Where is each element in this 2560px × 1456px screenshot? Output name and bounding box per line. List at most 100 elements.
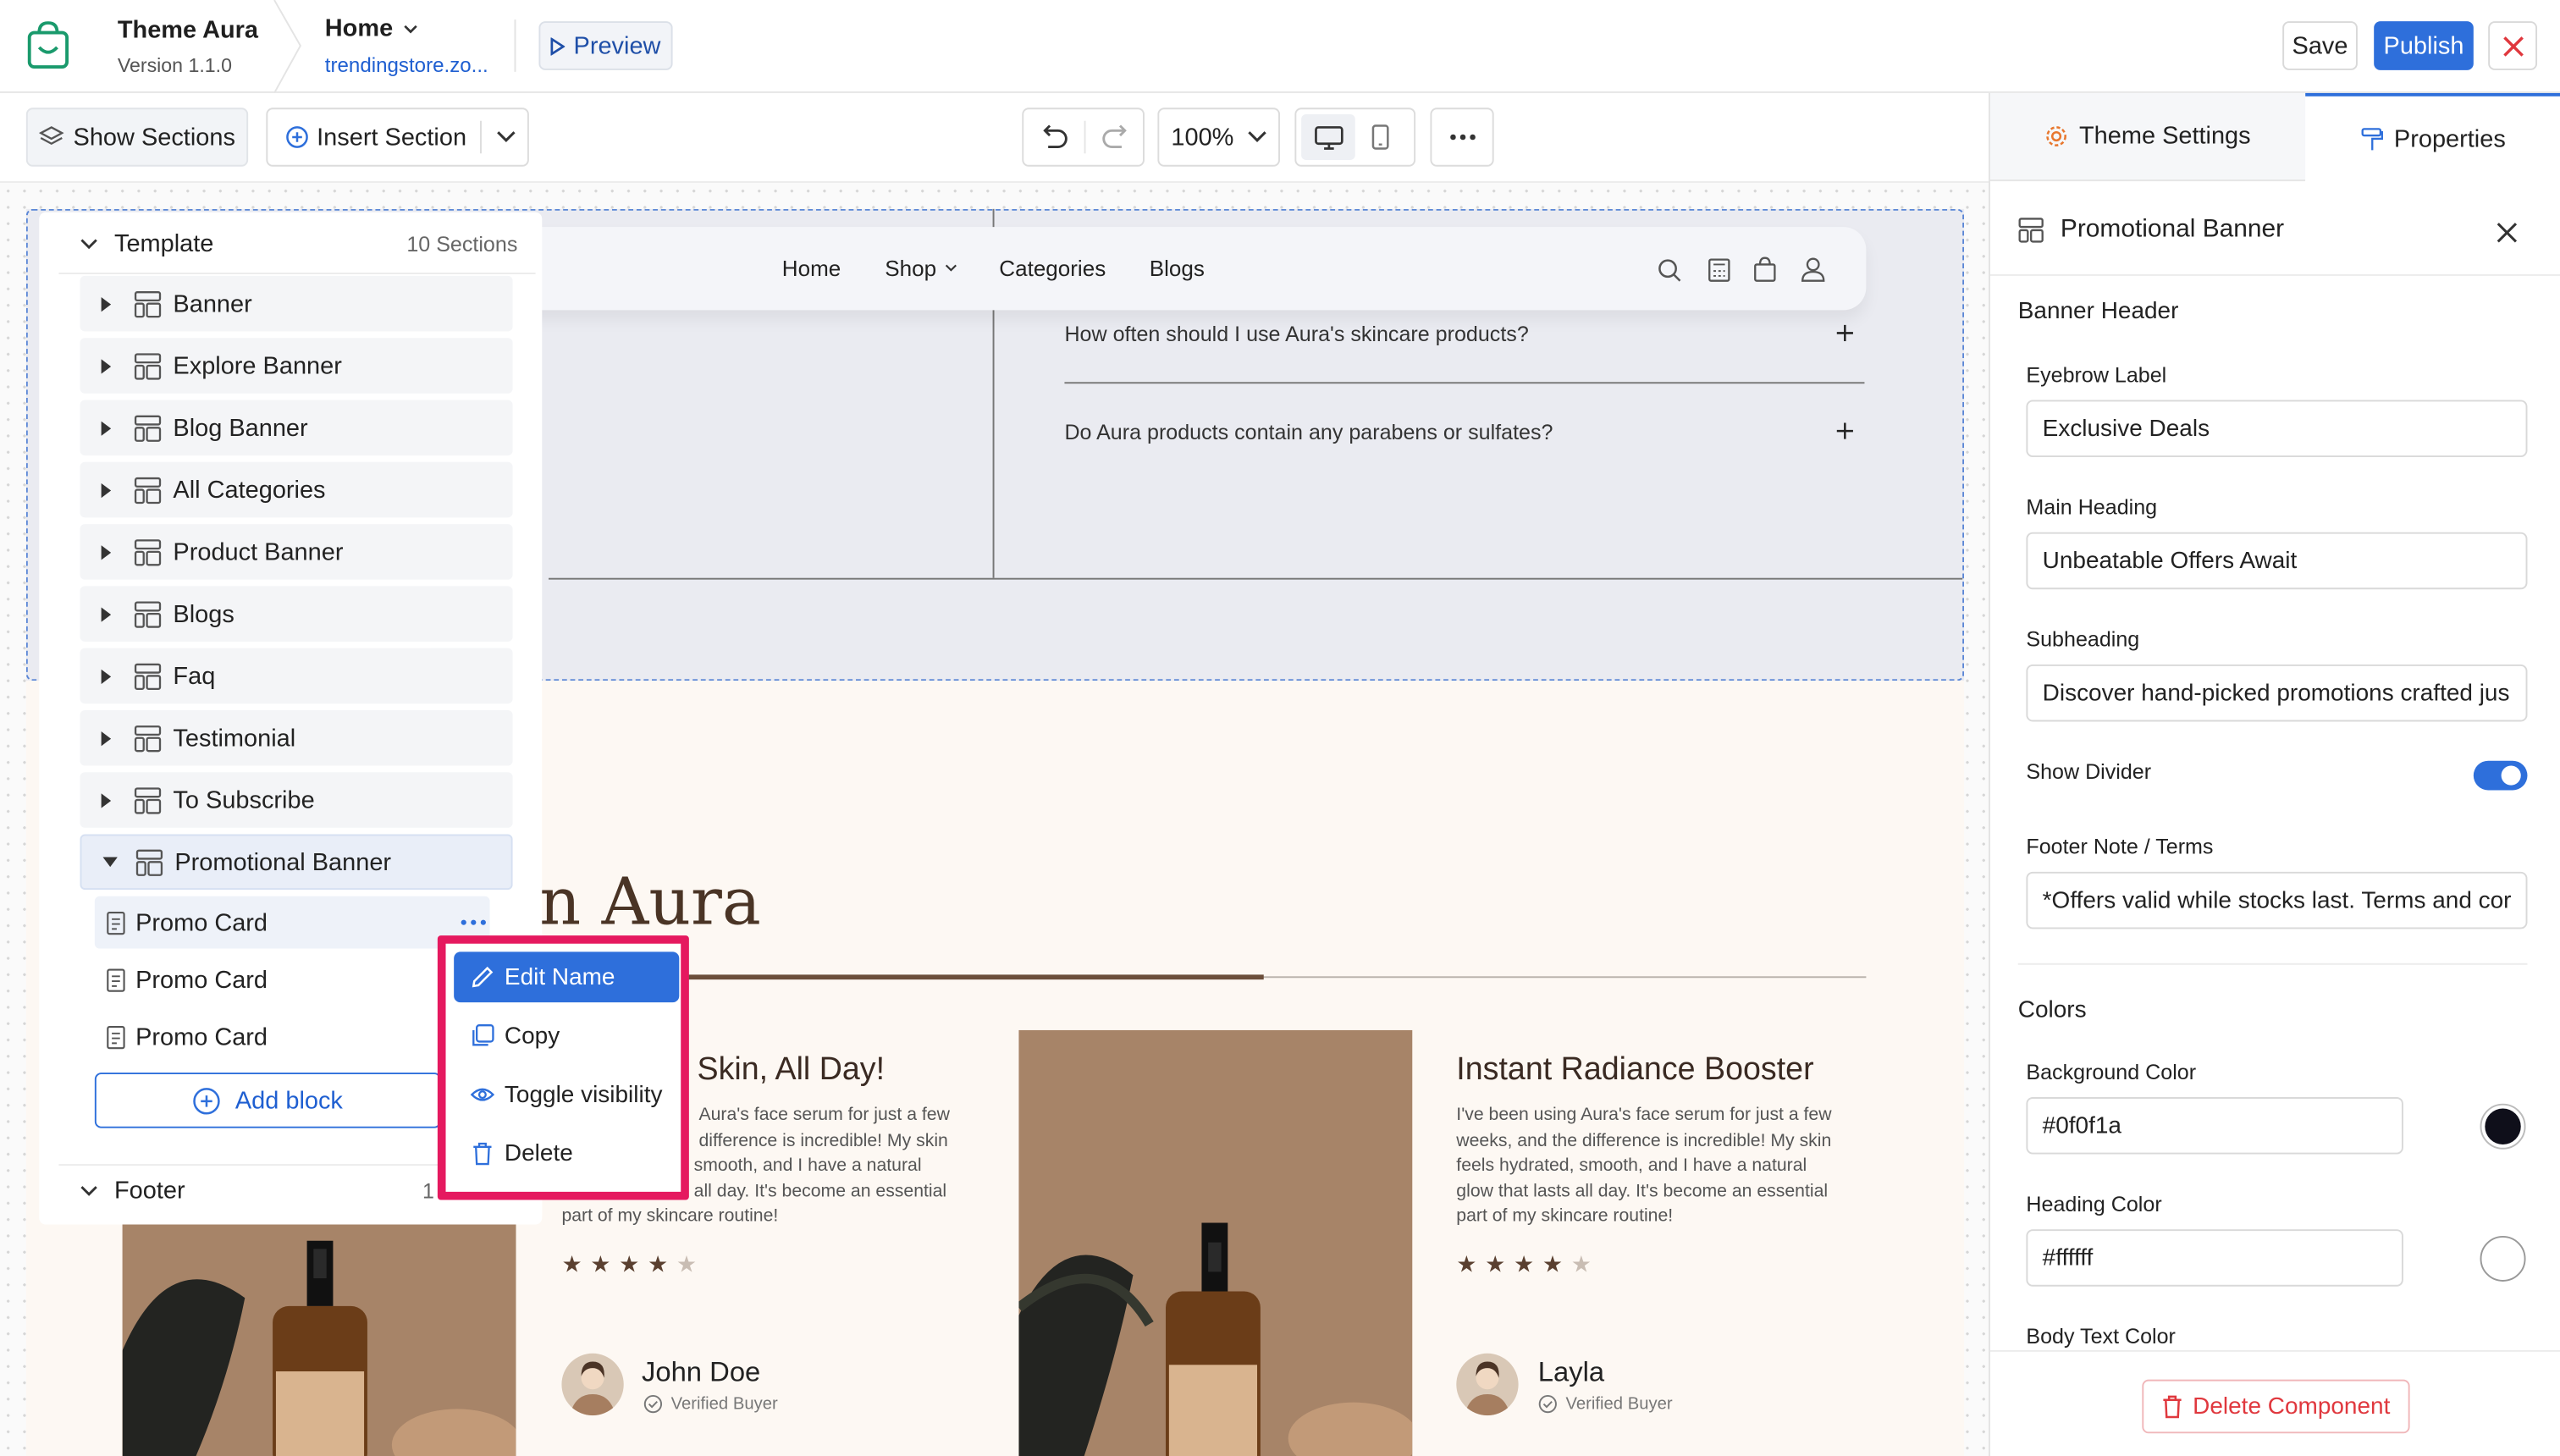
show-sections-label: Show Sections: [73, 123, 235, 152]
section-row[interactable]: Faq: [80, 648, 513, 704]
caret-right-icon[interactable]: [101, 296, 118, 312]
add-block-button[interactable]: Add block: [94, 1073, 441, 1128]
verified-badge: Verified Buyer: [643, 1394, 778, 1414]
more-horizontal-icon[interactable]: [461, 919, 487, 926]
divider: [514, 19, 516, 72]
section-row[interactable]: Explore Banner: [80, 338, 513, 394]
eye-icon: [454, 1083, 505, 1107]
plus-icon[interactable]: [1836, 324, 1853, 342]
block-label: Promo Card: [135, 908, 268, 937]
menu-item-toggle-visibility[interactable]: Toggle visibility: [454, 1069, 679, 1120]
template-group-header[interactable]: Template 10 Sections: [58, 216, 536, 275]
section-row[interactable]: Product Banner: [80, 524, 513, 580]
page-selector[interactable]: Home: [325, 14, 417, 42]
more-options-button[interactable]: [1430, 108, 1494, 167]
block-label: Promo Card: [135, 965, 268, 994]
menu-item-edit-name[interactable]: Edit Name: [454, 951, 680, 1003]
nav-home[interactable]: Home: [782, 256, 841, 281]
section-label: Testimonial: [173, 724, 296, 753]
redo-icon[interactable]: [1102, 124, 1132, 151]
top-bar: Theme Aura Version 1.1.0 Home trendingst…: [0, 0, 2560, 93]
store-url-link[interactable]: trendingstore.zo...: [325, 54, 488, 77]
nav-shop-label: Shop: [885, 256, 937, 281]
caret-right-icon[interactable]: [101, 420, 118, 435]
caret-right-icon[interactable]: [101, 606, 118, 621]
show-divider-toggle[interactable]: [2473, 760, 2528, 791]
caret-right-icon[interactable]: [101, 792, 118, 808]
desktop-icon: [1314, 125, 1343, 150]
product-image: [1018, 1029, 1413, 1456]
plus-icon[interactable]: [1836, 422, 1853, 439]
section-row[interactable]: Promotional Banner: [80, 834, 513, 891]
desktop-view-button[interactable]: [1301, 114, 1355, 161]
section-row[interactable]: To Subscribe: [80, 772, 513, 828]
preview-button[interactable]: Preview: [538, 21, 673, 70]
user-icon[interactable]: [1801, 256, 1825, 283]
main-heading-field[interactable]: Unbeatable Offers Await: [2026, 532, 2528, 590]
section-layout-icon: [134, 724, 162, 752]
panel-footer: Delete Component: [1989, 1349, 2560, 1456]
menu-item-label: Copy: [504, 1023, 560, 1050]
tab-properties[interactable]: Properties: [2305, 92, 2560, 182]
block-file-icon: [106, 910, 125, 935]
mobile-view-button[interactable]: [1371, 124, 1389, 151]
caret-right-icon[interactable]: [101, 358, 118, 373]
search-icon[interactable]: [1658, 258, 1682, 283]
toggle-knob: [2501, 765, 2521, 786]
caret-right-icon[interactable]: [101, 668, 118, 684]
block-item[interactable]: Promo Card: [95, 1011, 490, 1063]
chevron-down-icon: [80, 1185, 98, 1197]
star-filled-icon: ★: [1485, 1250, 1506, 1277]
shopping-bag-logo-icon: [26, 21, 70, 70]
save-button[interactable]: Save: [2282, 21, 2358, 70]
nav-categories[interactable]: Categories: [999, 256, 1106, 281]
editor-canvas: Home Shop Categories Blogs How often sho…: [0, 183, 1989, 1456]
background-color-field[interactable]: #0f0f1a: [2026, 1097, 2403, 1155]
calculator-icon[interactable]: [1708, 258, 1730, 283]
section-row[interactable]: Blog Banner: [80, 400, 513, 456]
product-image: [122, 1200, 516, 1456]
divider: [1084, 120, 1086, 154]
section-label: Explore Banner: [173, 351, 342, 380]
subheading-field[interactable]: Discover hand-picked promotions crafted …: [2026, 664, 2528, 722]
undo-icon[interactable]: [1039, 124, 1068, 151]
heading-color-field[interactable]: #ffffff: [2026, 1229, 2403, 1287]
section-layout-icon: [134, 352, 162, 380]
caret-right-icon[interactable]: [101, 731, 118, 746]
section-row[interactable]: All Categories: [80, 461, 513, 518]
background-color-swatch[interactable]: [2480, 1103, 2526, 1150]
heading-color-swatch[interactable]: [2480, 1235, 2526, 1282]
show-sections-button[interactable]: Show Sections: [25, 108, 249, 167]
faq-question[interactable]: Do Aura products contain any parabens or…: [1064, 420, 1553, 444]
chevron-down-icon[interactable]: [496, 130, 516, 143]
zoom-select[interactable]: 100%: [1157, 108, 1281, 167]
insert-section-button[interactable]: Insert Section: [266, 108, 529, 167]
publish-button[interactable]: Publish: [2374, 21, 2474, 70]
block-item[interactable]: Promo Card: [94, 896, 490, 949]
swatch-fill: [2485, 1108, 2521, 1144]
cart-bag-icon[interactable]: [1753, 256, 1776, 283]
section-row[interactable]: Banner: [80, 275, 513, 332]
footer-note-field[interactable]: *Offers valid while stocks last. Terms a…: [2026, 871, 2528, 929]
eyebrow-field[interactable]: Exclusive Deals: [2026, 400, 2528, 458]
caret-right-icon[interactable]: [101, 482, 118, 498]
tab-label: Theme Settings: [2079, 122, 2251, 151]
menu-item-delete[interactable]: Delete: [454, 1128, 679, 1179]
delete-component-button[interactable]: Delete Component: [2142, 1379, 2410, 1434]
card-text-line: part of my skincare routine!: [561, 1206, 779, 1227]
plus-circle-icon: [286, 126, 309, 149]
menu-item-copy[interactable]: Copy: [454, 1011, 679, 1062]
nav-blogs[interactable]: Blogs: [1150, 256, 1205, 281]
nav-shop[interactable]: Shop: [885, 256, 957, 281]
caret-down-icon[interactable]: [102, 857, 119, 868]
background-color-label: Background Color: [2026, 1059, 2197, 1084]
close-icon[interactable]: [2497, 222, 2518, 243]
block-item[interactable]: Promo Card: [95, 953, 490, 1006]
section-row[interactable]: Testimonial: [80, 709, 513, 766]
section-row[interactable]: Blogs: [80, 586, 513, 642]
footer-note-label: Footer Note / Terms: [2026, 834, 2214, 859]
close-editor-button[interactable]: [2488, 21, 2538, 70]
tab-theme-settings[interactable]: Theme Settings: [1989, 92, 2306, 182]
caret-right-icon[interactable]: [101, 544, 118, 560]
faq-question[interactable]: How often should I use Aura's skincare p…: [1064, 322, 1528, 346]
